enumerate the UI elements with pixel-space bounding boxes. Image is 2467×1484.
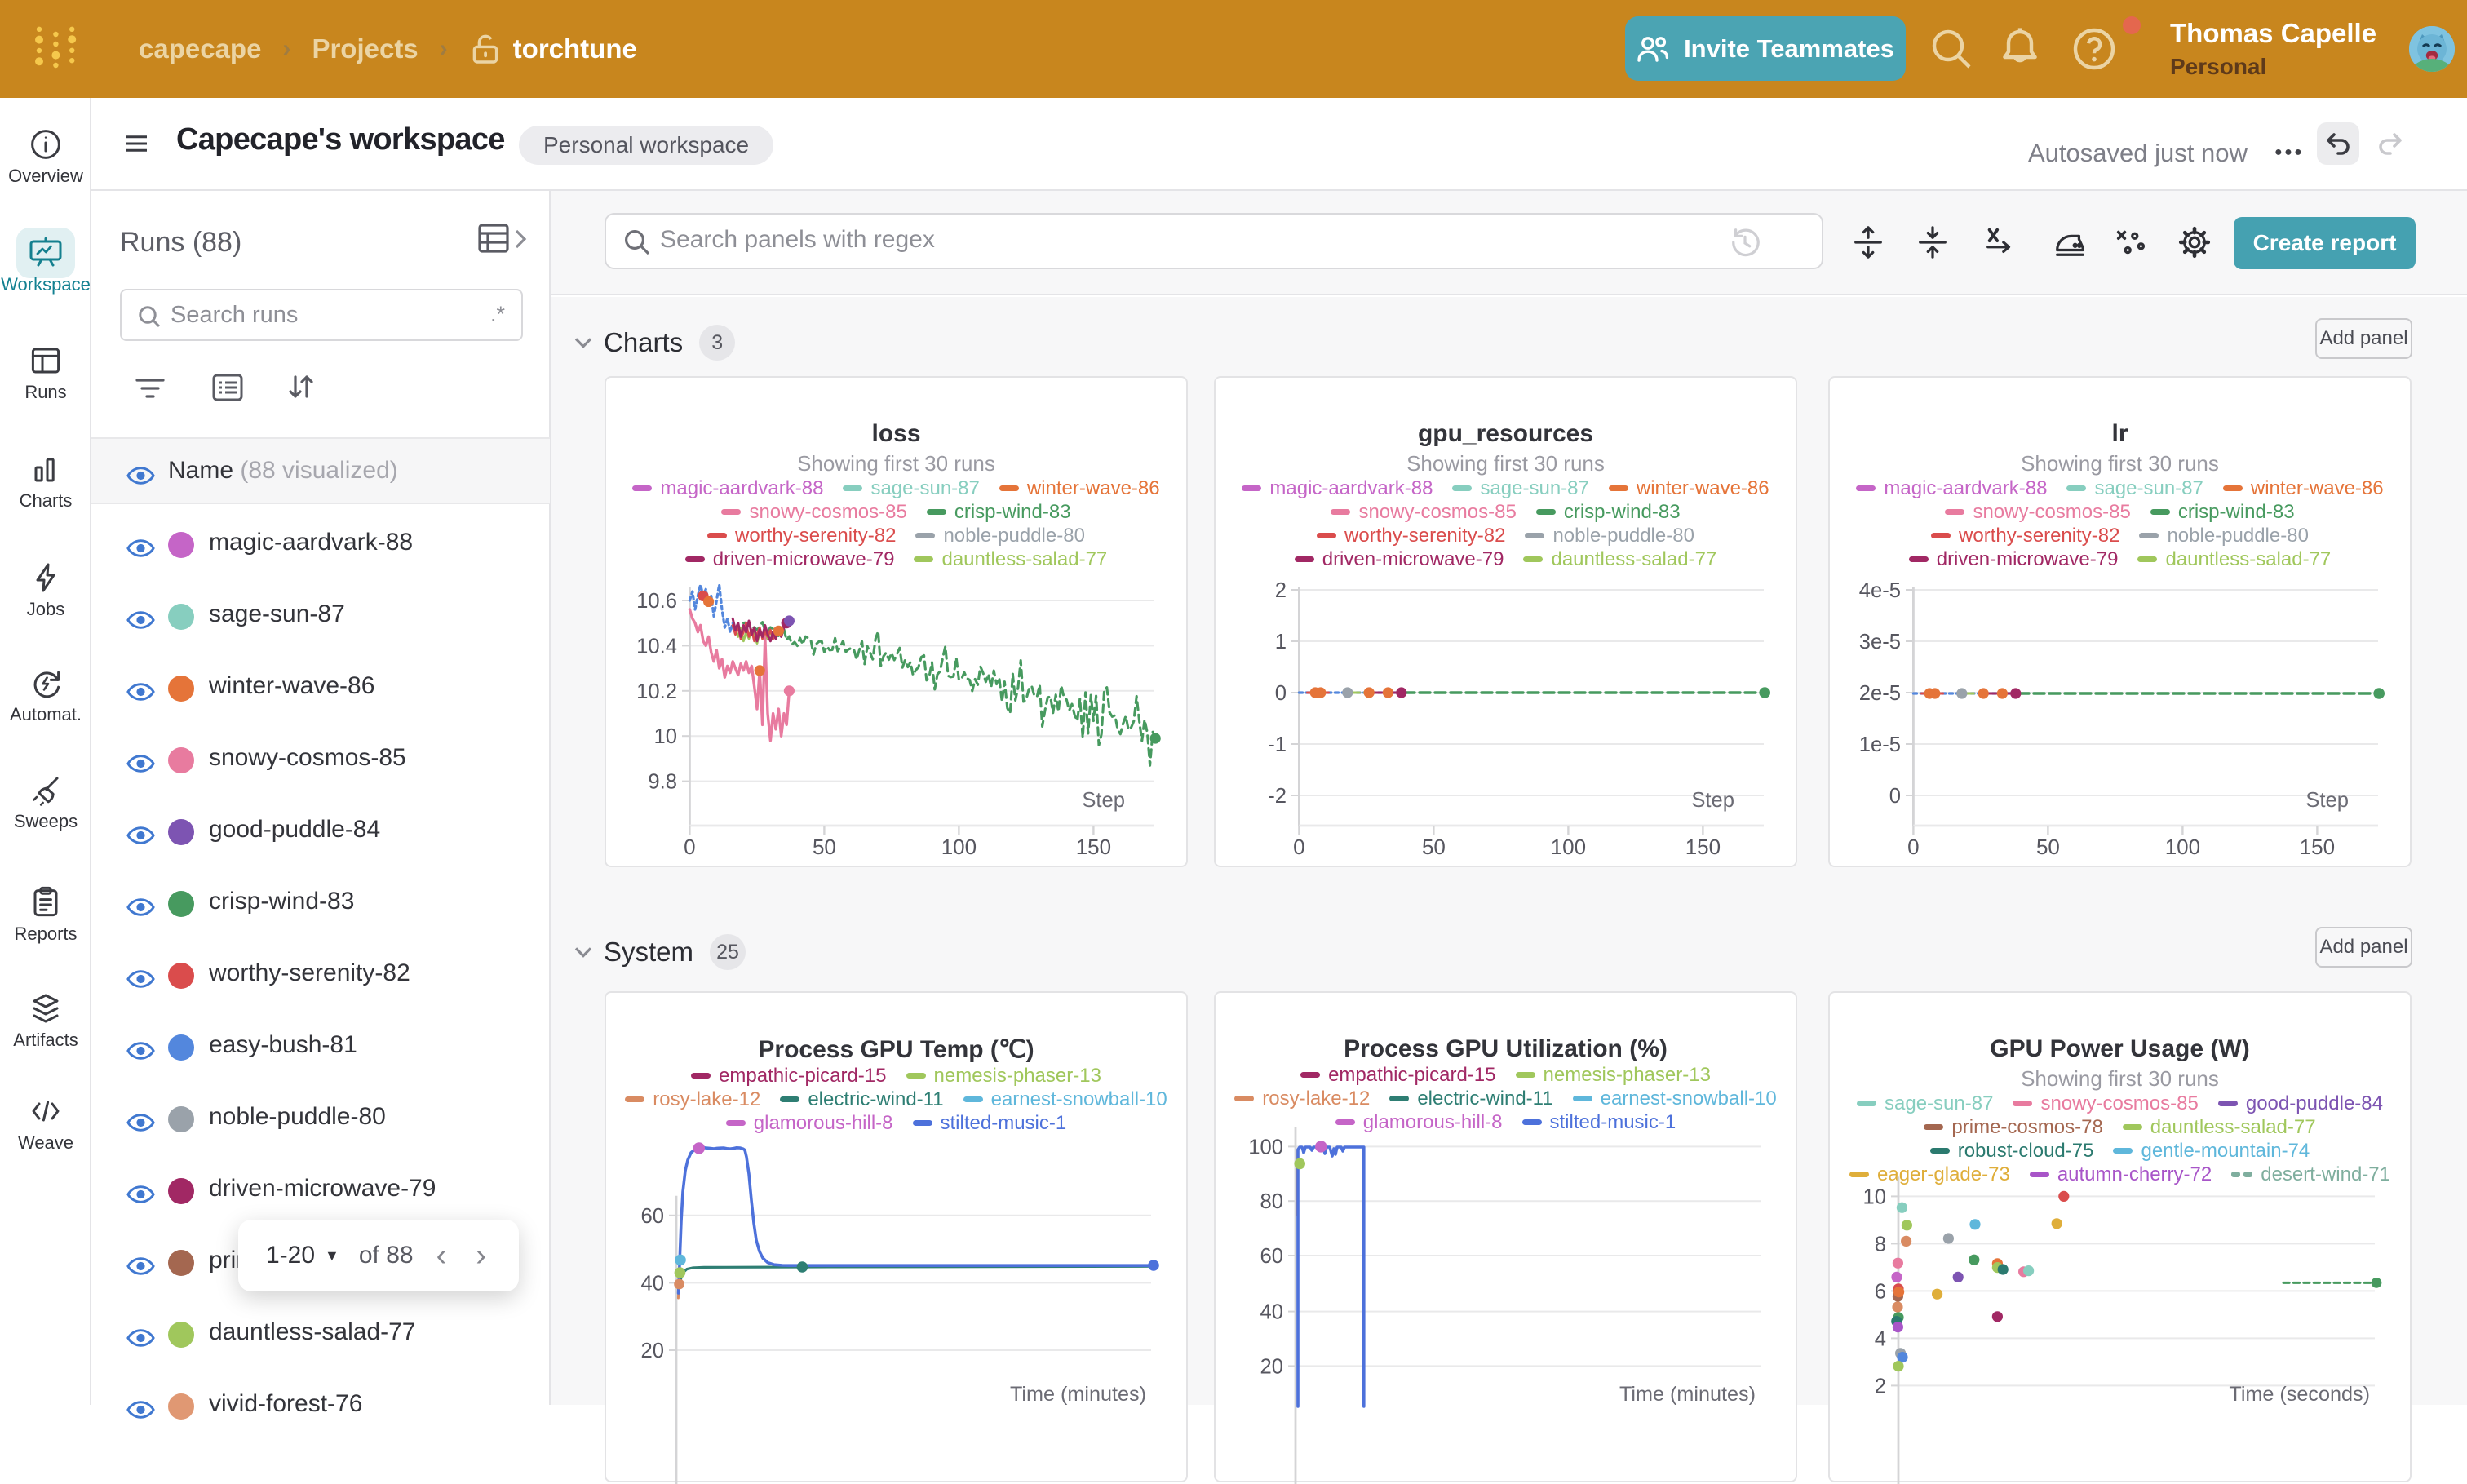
svg-text:100: 100 <box>941 835 977 859</box>
svg-text:2e-5: 2e-5 <box>1859 682 1901 705</box>
svg-text:Time (minutes): Time (minutes) <box>1010 1383 1146 1406</box>
svg-text:50: 50 <box>813 835 836 859</box>
svg-text:1: 1 <box>1275 631 1287 653</box>
svg-text:10.4: 10.4 <box>636 635 677 658</box>
svg-text:4: 4 <box>1875 1327 1886 1350</box>
svg-text:50: 50 <box>1422 835 1446 859</box>
svg-text:Step: Step <box>2305 789 2349 812</box>
svg-text:20: 20 <box>1260 1355 1283 1378</box>
svg-text:10: 10 <box>654 725 677 748</box>
svg-text:10.6: 10.6 <box>636 590 677 613</box>
svg-text:0: 0 <box>1293 835 1304 859</box>
svg-text:60: 60 <box>641 1205 664 1228</box>
svg-text:8: 8 <box>1875 1233 1886 1256</box>
svg-text:10: 10 <box>1863 1185 1886 1208</box>
svg-text:80: 80 <box>1260 1190 1283 1213</box>
svg-text:Time (minutes): Time (minutes) <box>1619 1383 1756 1406</box>
svg-text:6: 6 <box>1875 1280 1886 1303</box>
svg-text:2: 2 <box>1275 579 1287 602</box>
svg-text:0: 0 <box>1275 682 1287 705</box>
svg-text:Time (seconds): Time (seconds) <box>2229 1383 2370 1406</box>
svg-text:150: 150 <box>1076 835 1111 859</box>
svg-text:150: 150 <box>1685 835 1721 859</box>
svg-text:3e-5: 3e-5 <box>1859 631 1901 653</box>
svg-text:50: 50 <box>2036 835 2060 859</box>
svg-text:100: 100 <box>2165 835 2200 859</box>
svg-text:40: 40 <box>1260 1301 1283 1324</box>
svg-text:100: 100 <box>1551 835 1586 859</box>
svg-text:60: 60 <box>1260 1245 1283 1268</box>
svg-text:-1: -1 <box>1268 733 1287 756</box>
svg-text:9.8: 9.8 <box>648 771 677 794</box>
svg-text:Step: Step <box>1691 789 1734 812</box>
svg-text:-2: -2 <box>1268 785 1287 808</box>
svg-text:2: 2 <box>1875 1375 1886 1398</box>
svg-text:20: 20 <box>641 1340 664 1362</box>
svg-text:0: 0 <box>1889 785 1901 808</box>
svg-text:Step: Step <box>1082 789 1125 812</box>
svg-text:4e-5: 4e-5 <box>1859 579 1901 602</box>
svg-text:1e-5: 1e-5 <box>1859 733 1901 756</box>
svg-text:150: 150 <box>2300 835 2335 859</box>
svg-text:100: 100 <box>1248 1136 1283 1158</box>
svg-text:10.2: 10.2 <box>636 680 677 703</box>
svg-text:0: 0 <box>684 835 695 859</box>
svg-text:0: 0 <box>1907 835 1919 859</box>
svg-text:40: 40 <box>641 1272 664 1295</box>
